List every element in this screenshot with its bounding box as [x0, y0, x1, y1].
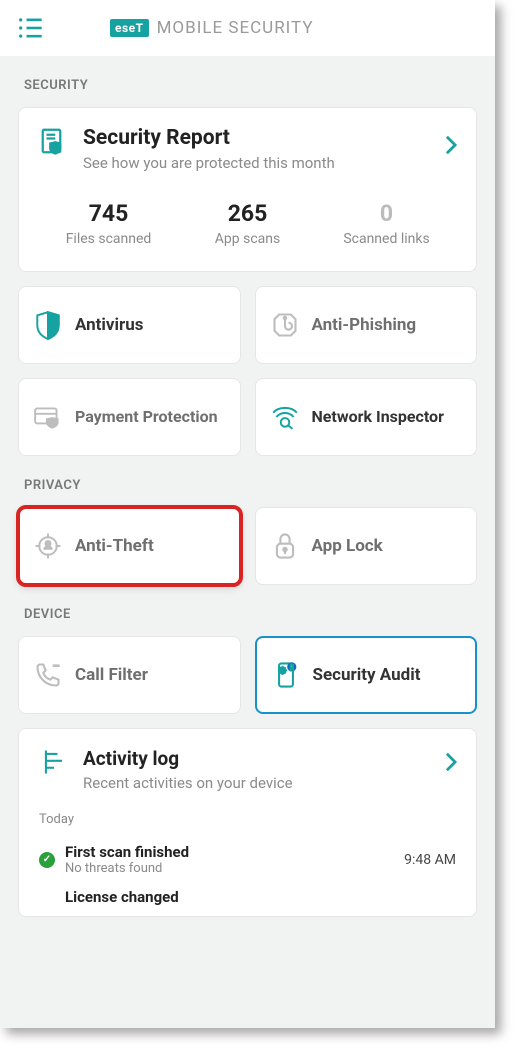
- log-item: License changed: [39, 882, 456, 906]
- lock-icon: [270, 531, 300, 561]
- log-sub: No threats found: [65, 861, 394, 876]
- activity-icon: [39, 747, 69, 777]
- app-screen: eseT MOBILE SECURITY SECURITY Security R…: [0, 0, 495, 1028]
- stat-scanned-links: 0 Scanned links: [317, 200, 456, 247]
- shield-icon: [33, 310, 63, 340]
- tile-security-audit[interactable]: Security Audit: [255, 636, 478, 714]
- device-gear-icon: [271, 660, 301, 690]
- brand: eseT MOBILE SECURITY: [110, 18, 314, 38]
- tile-app-lock[interactable]: App Lock: [255, 507, 478, 585]
- stat-files-scanned: 745 Files scanned: [39, 200, 178, 247]
- log-title: First scan finished: [65, 843, 394, 861]
- target-icon: [33, 531, 63, 561]
- report-icon: [39, 126, 69, 156]
- tile-label: App Lock: [312, 536, 383, 556]
- tile-antiphishing[interactable]: Anti-Phishing: [255, 286, 478, 364]
- tile-label: Anti-Phishing: [312, 315, 417, 335]
- stat-label: Scanned links: [317, 231, 456, 247]
- tile-anti-theft[interactable]: Anti-Theft: [18, 507, 241, 585]
- wifi-search-icon: [270, 402, 300, 432]
- chevron-right-icon: [444, 134, 458, 156]
- tile-label: Payment Protection: [75, 407, 218, 426]
- section-label-security: SECURITY: [18, 56, 477, 107]
- check-icon: [39, 852, 55, 868]
- stat-value: 265: [178, 200, 317, 227]
- tile-payment-protection[interactable]: Payment Protection: [18, 378, 241, 456]
- brand-text: MOBILE SECURITY: [157, 18, 314, 38]
- stat-label: Files scanned: [39, 231, 178, 247]
- section-label-privacy: PRIVACY: [18, 456, 477, 507]
- tile-label: Network Inspector: [312, 407, 444, 426]
- log-time: 9:48 AM: [404, 852, 456, 868]
- log-item: First scan finished No threats found 9:4…: [39, 837, 456, 882]
- tile-label: Antivirus: [75, 315, 144, 335]
- tile-antivirus[interactable]: Antivirus: [18, 286, 241, 364]
- security-report-card[interactable]: Security Report See how you are protecte…: [18, 107, 477, 272]
- tile-label: Anti-Theft: [75, 536, 154, 556]
- activity-title: Activity log: [83, 747, 293, 770]
- tile-label: Call Filter: [75, 665, 148, 685]
- tile-network-inspector[interactable]: Network Inspector: [255, 378, 478, 456]
- report-title: Security Report: [83, 126, 335, 150]
- activity-subtitle: Recent activities on your device: [83, 774, 293, 792]
- stat-label: App scans: [178, 231, 317, 247]
- log-title: License changed: [65, 888, 179, 906]
- card-shield-icon: [33, 402, 63, 432]
- report-subtitle: See how you are protected this month: [83, 154, 335, 172]
- stat-value: 0: [317, 200, 456, 227]
- chevron-right-icon: [444, 751, 458, 773]
- activity-log-card[interactable]: Activity log Recent activities on your d…: [18, 728, 477, 917]
- report-stats: 745 Files scanned 265 App scans 0 Scanne…: [39, 200, 456, 247]
- content: SECURITY Security Report See how you are…: [0, 56, 495, 935]
- brand-logo: eseT: [110, 19, 149, 37]
- stat-value: 745: [39, 200, 178, 227]
- tile-label: Security Audit: [313, 665, 421, 685]
- activity-today-label: Today: [39, 812, 456, 827]
- app-header: eseT MOBILE SECURITY: [0, 0, 495, 56]
- menu-icon[interactable]: [16, 14, 44, 42]
- section-label-device: DEVICE: [18, 585, 477, 636]
- stat-app-scans: 265 App scans: [178, 200, 317, 247]
- phone-block-icon: [33, 660, 63, 690]
- tile-call-filter[interactable]: Call Filter: [18, 636, 241, 714]
- hook-icon: [270, 310, 300, 340]
